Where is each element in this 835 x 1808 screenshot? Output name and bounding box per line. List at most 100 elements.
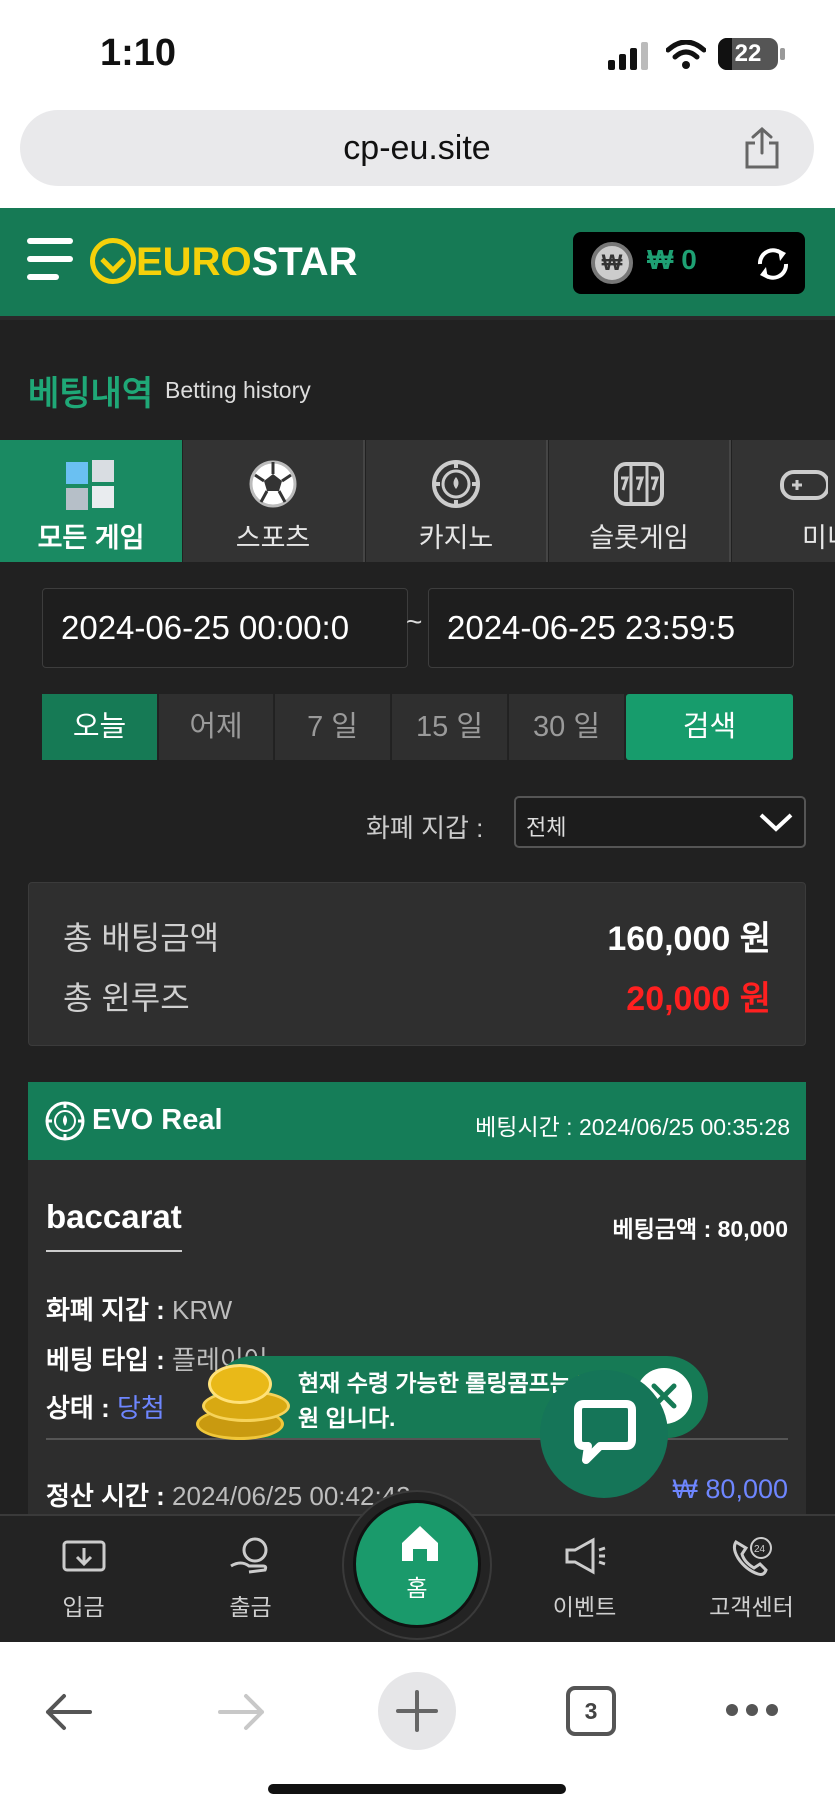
status-value: 당첨 — [116, 1393, 165, 1423]
tab-label: 슬롯게임 — [589, 523, 689, 553]
wifi-icon — [666, 40, 706, 69]
tab-slot-games[interactable]: 슬롯게임 — [549, 440, 731, 562]
nav-label: 고객센터 — [709, 1594, 794, 1620]
bottom-navigation: 입금 출금 홈 이벤트 24 고객센터 — [0, 1490, 835, 1644]
wallet-amount: ₩ 0 — [647, 244, 697, 275]
bet-time-label: 베팅시간 : — [475, 1114, 573, 1140]
battery-icon: 22 — [718, 38, 778, 70]
bet-record-card: EVO Real 베팅시간 : 2024/06/25 00:35:28 bacc… — [28, 1082, 806, 1514]
gold-coins-icon — [192, 1350, 296, 1446]
game-name: baccarat — [46, 1198, 182, 1252]
wallet-balance[interactable]: ₩ ₩ 0 — [573, 232, 805, 294]
main-content: 베팅내역 Betting history 모든 게임 스포츠 카지노 슬롯게임 … — [0, 316, 835, 1514]
settle-label: 정산 시간 : — [46, 1481, 165, 1511]
page-title: 베팅내역 — [28, 375, 154, 413]
wallet-filter-select[interactable]: 전체 — [514, 796, 806, 848]
divider — [46, 1438, 788, 1440]
search-button[interactable]: 검색 — [626, 694, 793, 760]
bet-card-header: EVO Real 베팅시간 : 2024/06/25 00:35:28 — [28, 1082, 806, 1160]
wallet-row: 화폐 지갑 : KRW — [46, 1290, 232, 1327]
svg-text:24: 24 — [754, 1544, 766, 1555]
total-winloss-value: 20,000 원 — [626, 980, 771, 1018]
date-separator: ~ — [406, 606, 423, 637]
brand-star: STAR — [251, 240, 358, 284]
chat-bubble-icon — [574, 1400, 636, 1464]
withdraw-icon — [229, 1537, 267, 1574]
brand-logo-icon — [90, 238, 136, 284]
clock: 1:10 — [100, 32, 177, 74]
tab-label: 카지노 — [418, 523, 494, 553]
plus-icon — [396, 1690, 438, 1732]
status-row: 상태 : 당첨 — [46, 1388, 165, 1425]
nav-label: 이벤트 — [552, 1594, 617, 1620]
hamburger-menu-icon[interactable] — [27, 238, 75, 284]
tab-sports[interactable]: 스포츠 — [183, 440, 365, 562]
bet-summary: 총 배팅금액 160,000 원 총 윈루즈 20,000 원 — [28, 882, 806, 1046]
tab-mini[interactable]: 미니 — [732, 440, 835, 562]
tab-all-games[interactable]: 모든 게임 — [0, 440, 182, 562]
deposit-icon — [62, 1540, 105, 1572]
status-bar: 1:10 22 — [0, 0, 835, 105]
tab-label: 모든 게임 — [37, 523, 145, 553]
bet-time: 베팅시간 : 2024/06/25 00:35:28 — [475, 1108, 790, 1142]
url-text: cp-eu.site — [343, 129, 491, 167]
home-icon — [402, 1526, 438, 1561]
nav-label: 홈 — [406, 1575, 428, 1601]
total-winloss-label: 총 윈루즈 — [63, 980, 190, 1016]
nav-event[interactable]: 이벤트 — [501, 1516, 668, 1644]
nav-home[interactable]: 홈 — [353, 1500, 481, 1628]
tab-casino[interactable]: 카지노 — [366, 440, 548, 562]
tab-label: 미니 — [802, 523, 835, 553]
provider-name: EVO Real — [92, 1104, 223, 1136]
settle-row: 정산 시간 : 2024/06/25 00:42:42 — [46, 1476, 411, 1513]
nav-withdraw[interactable]: 출금 — [167, 1516, 334, 1644]
soccer-ball-icon — [249, 460, 297, 508]
home-indicator — [268, 1784, 566, 1794]
wallet-filter-value: 전체 — [526, 815, 567, 840]
slot-777-icon — [614, 462, 664, 506]
back-arrow-icon[interactable] — [42, 1690, 94, 1734]
status-label: 상태 : — [46, 1393, 110, 1423]
bet-type-label: 베팅 타입 : — [46, 1345, 165, 1375]
tab-switcher-button[interactable]: 3 — [566, 1686, 616, 1736]
more-options-icon[interactable] — [724, 1702, 780, 1718]
share-icon[interactable] — [742, 126, 782, 170]
nav-label: 출금 — [229, 1594, 272, 1620]
bet-time-value: 2024/06/25 00:35:28 — [578, 1114, 790, 1140]
wallet-filter-label: 화폐 지갑 : — [366, 813, 484, 843]
range-15days-button[interactable]: 15 일 — [392, 694, 508, 760]
battery-level: 22 — [734, 40, 762, 67]
range-30days-button[interactable]: 30 일 — [509, 694, 625, 760]
browser-toolbar: 3 — [0, 1642, 835, 1808]
live-chat-button[interactable] — [540, 1370, 668, 1498]
gamepad-icon — [780, 470, 828, 500]
address-bar[interactable]: cp-eu.site — [20, 110, 814, 186]
nav-support[interactable]: 24 고객센터 — [668, 1516, 835, 1644]
refresh-icon[interactable] — [753, 244, 793, 284]
start-date-input[interactable]: 2024-06-25 00:00:0 — [42, 588, 408, 668]
nav-deposit[interactable]: 입금 — [0, 1516, 167, 1644]
total-bet-label: 총 배팅금액 — [63, 920, 220, 956]
casino-chip-icon — [432, 460, 480, 508]
total-bet-value: 160,000 원 — [607, 920, 771, 958]
range-yesterday-button[interactable]: 어제 — [159, 694, 274, 760]
end-date-input[interactable]: 2024-06-25 23:59:5 — [428, 588, 794, 668]
bet-amount: 베팅금액 : 80,000 — [613, 1210, 788, 1244]
toast-line-2: 원 입니다. — [298, 1405, 396, 1431]
battery-tip — [780, 48, 785, 60]
page-subtitle: Betting history — [165, 377, 311, 403]
cellular-signal-icon — [608, 42, 648, 70]
wallet-value: KRW — [172, 1295, 233, 1325]
range-7days-button[interactable]: 7 일 — [275, 694, 391, 760]
wallet-label: 화폐 지갑 : — [46, 1295, 165, 1325]
payout-amount: ₩ 80,000 — [672, 1474, 788, 1504]
won-coin-icon: ₩ — [591, 242, 633, 284]
forward-arrow-icon[interactable] — [216, 1690, 268, 1734]
brand-logo[interactable]: EUROSTAR — [136, 240, 358, 285]
new-tab-button[interactable] — [378, 1672, 456, 1750]
range-today-button[interactable]: 오늘 — [42, 694, 158, 760]
support-24-icon: 24 — [732, 1537, 772, 1576]
tab-label: 스포츠 — [235, 523, 311, 553]
cubes-icon — [66, 460, 114, 510]
chevron-down-icon — [759, 813, 793, 832]
